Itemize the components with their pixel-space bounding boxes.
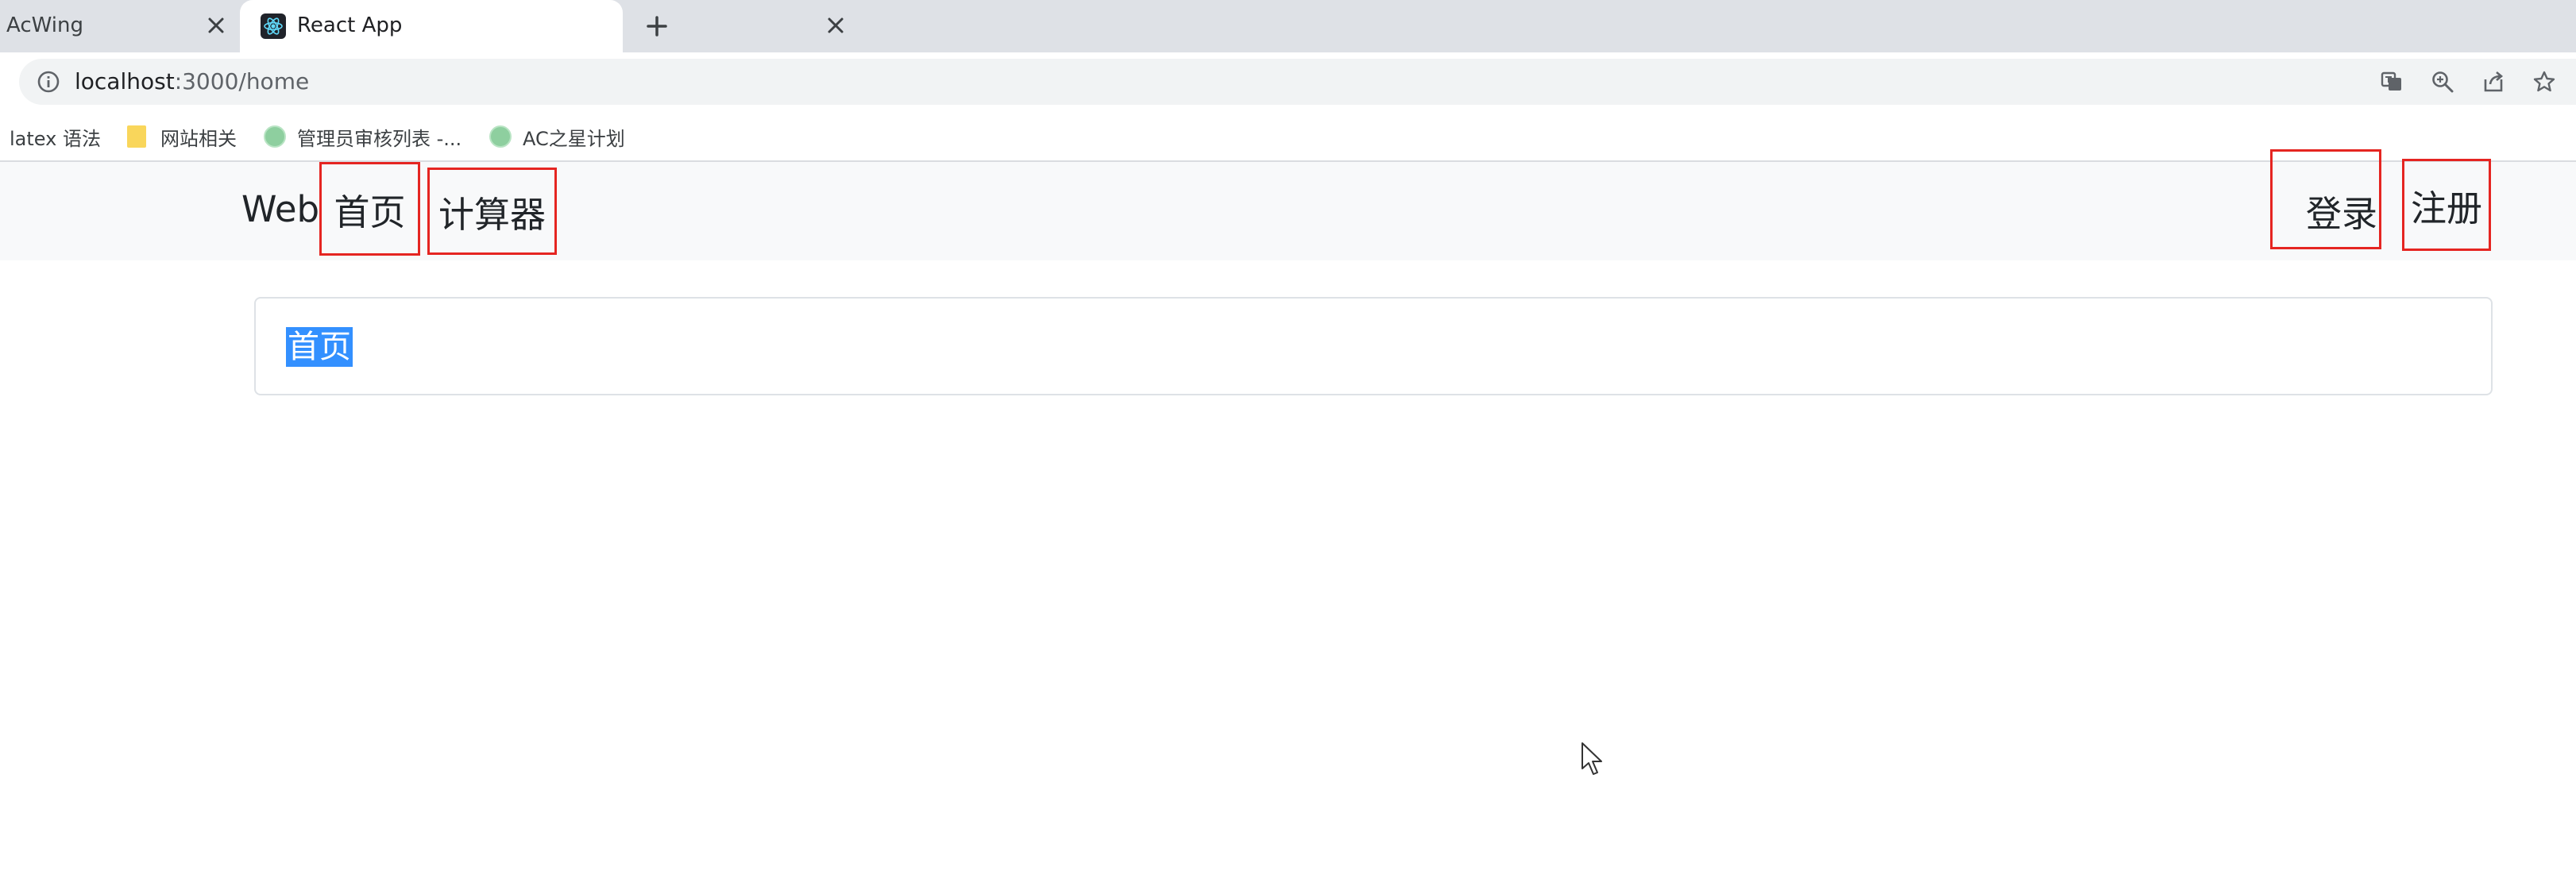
nav-link-home[interactable]: 首页 xyxy=(319,162,420,256)
close-icon[interactable] xyxy=(202,11,230,40)
url-path: :3000/home xyxy=(174,68,310,94)
tab-title: AcWing xyxy=(6,13,83,37)
card-body-text: 首页 xyxy=(286,327,353,367)
share-icon[interactable] xyxy=(2481,70,2505,94)
nav-link-label: 注册 xyxy=(2410,187,2482,229)
plus-icon xyxy=(647,16,667,37)
info-icon[interactable] xyxy=(37,70,60,94)
url-host: localhost xyxy=(75,68,175,94)
nav-link-label: 计算器 xyxy=(438,193,546,236)
browser-toolbar: localhost:3000/home xyxy=(0,52,2576,111)
navbar-brand[interactable]: Web xyxy=(241,188,319,230)
bookmark-label: latex 语法 xyxy=(10,127,101,150)
translate-icon[interactable] xyxy=(2380,70,2404,94)
bookmark-ac-star[interactable]: AC之星计划 xyxy=(489,121,625,152)
tab-react-app[interactable]: React App xyxy=(240,0,844,52)
new-tab-button[interactable] xyxy=(640,10,674,43)
bookmark-label: AC之星计划 xyxy=(523,127,625,150)
browser-tab-strip: AcWing React App xyxy=(0,0,2576,52)
tab-title: React App xyxy=(297,13,403,37)
nav-link-login[interactable]: 登录 xyxy=(2270,149,2381,249)
bookmark-star-icon[interactable] xyxy=(2532,70,2556,94)
bookmark-latex[interactable]: latex 语法 xyxy=(10,121,101,152)
zoom-icon[interactable] xyxy=(2431,70,2454,94)
bookmarks-bar: latex 语法 网站相关 管理员审核列表 -... AC之星计划 xyxy=(0,111,2576,162)
bookmark-folder-sites[interactable]: 网站相关 xyxy=(127,121,237,152)
mouse-cursor-icon xyxy=(1582,742,1602,775)
content-card: 首页 xyxy=(254,297,2493,395)
address-bar[interactable]: localhost:3000/home xyxy=(19,59,2576,105)
globe-icon xyxy=(264,125,286,148)
react-logo-icon xyxy=(261,13,286,39)
close-icon[interactable] xyxy=(821,11,850,40)
url-text[interactable]: localhost:3000/home xyxy=(75,68,309,94)
bookmark-admin-review[interactable]: 管理员审核列表 -... xyxy=(264,121,462,152)
nav-link-label: 首页 xyxy=(334,191,406,233)
nav-link-register[interactable]: 注册 xyxy=(2402,159,2491,251)
bookmark-label: 管理员审核列表 -... xyxy=(297,127,462,150)
navbar: Web 首页 计算器 登录 注册 xyxy=(0,149,2576,260)
nav-link-calculator[interactable]: 计算器 xyxy=(427,168,557,255)
bookmark-label: 网站相关 xyxy=(160,127,237,150)
globe-icon xyxy=(489,125,512,148)
nav-link-label: 登录 xyxy=(2305,192,2377,235)
tab-acwing[interactable]: AcWing xyxy=(0,0,240,52)
folder-icon xyxy=(127,125,146,148)
